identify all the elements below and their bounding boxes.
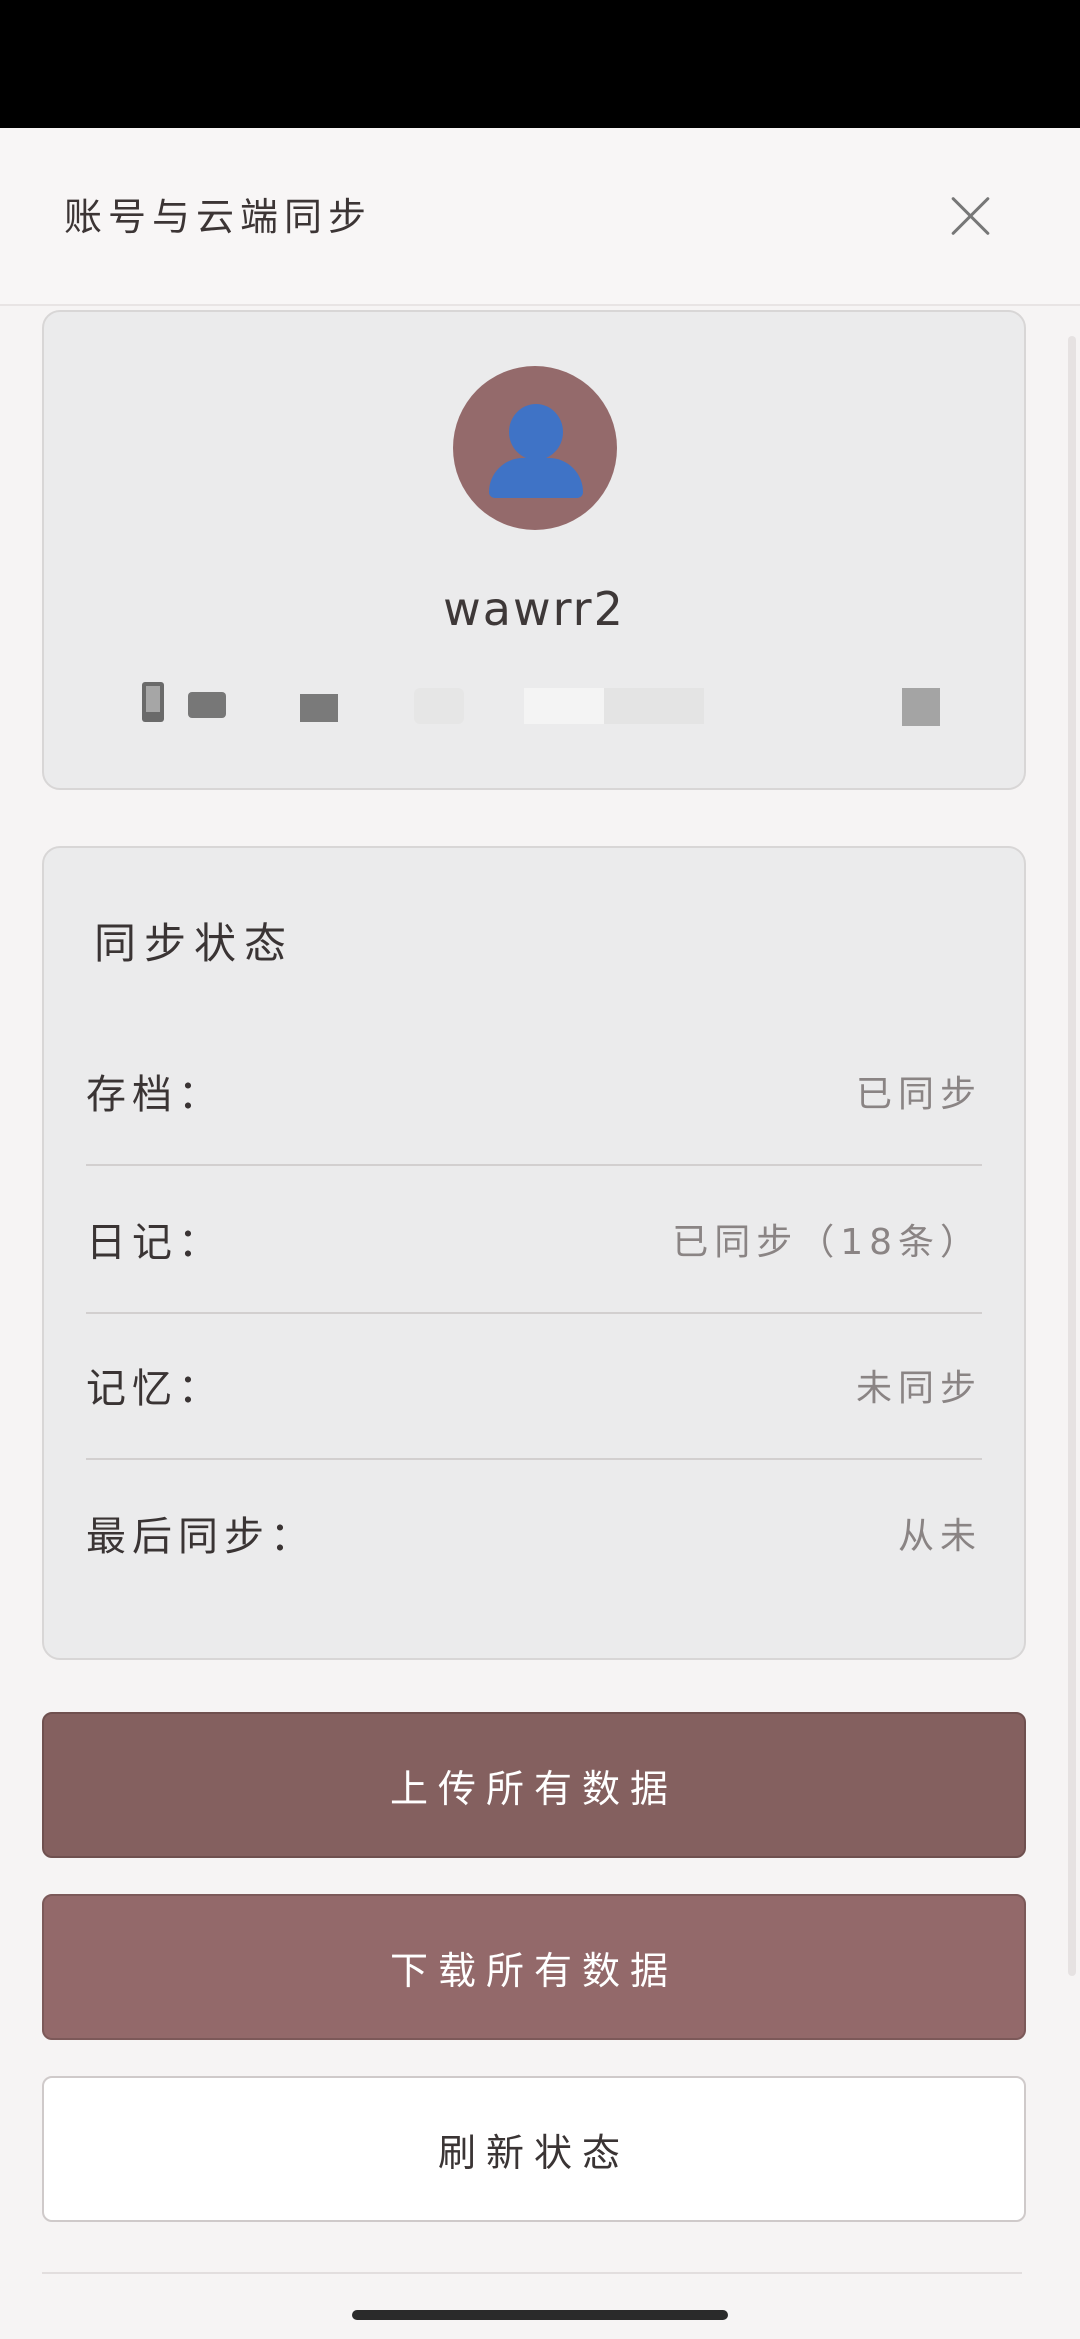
download-all-button[interactable]: 下载所有数据 [42, 1894, 1026, 2040]
status-row-value: 已同步 [855, 1074, 982, 1115]
scrollbar[interactable] [1068, 336, 1076, 1976]
sync-status-title: 同步状态 [94, 919, 295, 968]
status-row-label: 存档： [86, 1072, 224, 1118]
username: wawrr2 [443, 582, 625, 636]
phone-icon [142, 682, 164, 722]
faded-device-icon [524, 688, 604, 724]
user-silhouette-icon [509, 404, 563, 460]
home-indicator[interactable] [352, 2310, 728, 2320]
status-row-diary: 日记： 已同步（18条） [86, 1166, 982, 1314]
device-icons-row [44, 672, 1024, 732]
user-silhouette-body [489, 458, 583, 498]
dialog-header: 账号与云端同步 [0, 128, 1080, 306]
profile-card: wawrr2 [42, 310, 1026, 790]
close-icon[interactable] [950, 192, 990, 240]
sync-status-card: 同步状态 存档： 已同步 日记： 已同步（18条） 记忆： 未同步 最后同步： … [42, 846, 1026, 1660]
status-row-label: 记忆： [86, 1366, 224, 1412]
status-row-memory: 记忆： 未同步 [86, 1312, 982, 1460]
refresh-status-button[interactable]: 刷新状态 [42, 2076, 1026, 2222]
status-row-last-sync: 最后同步： 从未 [86, 1460, 982, 1606]
divider [42, 2272, 1022, 2274]
status-row-save: 存档： 已同步 [86, 1018, 982, 1166]
dialog-title: 账号与云端同步 [64, 195, 373, 239]
device-square-icon [300, 694, 338, 722]
device-square-icon [902, 688, 940, 726]
faded-device-icon [604, 688, 704, 724]
status-row-value: 已同步（18条） [672, 1222, 982, 1263]
upload-all-button[interactable]: 上传所有数据 [42, 1712, 1026, 1858]
faded-device-icon [414, 688, 464, 724]
tablet-icon [188, 692, 226, 718]
status-row-value: 未同步 [855, 1368, 982, 1409]
status-row-label: 日记： [86, 1220, 224, 1266]
status-bar [0, 0, 1080, 128]
avatar [453, 366, 617, 530]
status-row-value: 从未 [897, 1516, 982, 1557]
status-row-label: 最后同步： [86, 1514, 316, 1560]
